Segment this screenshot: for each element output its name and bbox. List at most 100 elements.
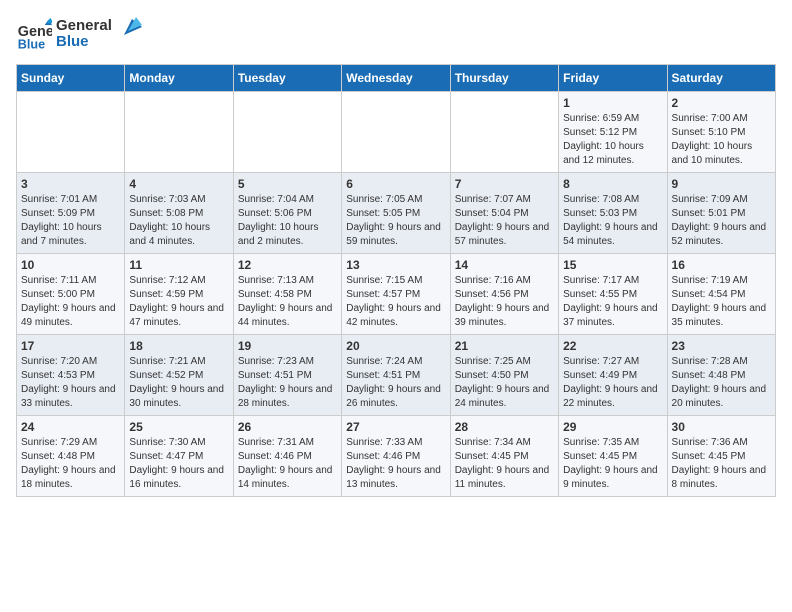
day-number: 7 (455, 177, 554, 191)
cell-content: Sunrise: 7:05 AM Sunset: 5:05 PM Dayligh… (346, 193, 445, 249)
cell-content: Sunrise: 7:30 AM Sunset: 4:47 PM Dayligh… (129, 436, 228, 492)
day-number: 17 (21, 339, 120, 353)
calendar-cell: 12 Sunrise: 7:13 AM Sunset: 4:58 PM Dayli… (233, 254, 341, 335)
header-day-thursday: Thursday (450, 65, 558, 92)
cell-content: Sunrise: 7:07 AM Sunset: 5:04 PM Dayligh… (455, 193, 554, 249)
header: General Blue General Blue (16, 16, 776, 52)
cell-content: Sunrise: 7:09 AM Sunset: 5:01 PM Dayligh… (672, 193, 771, 249)
calendar-header-row: SundayMondayTuesdayWednesdayThursdayFrid… (17, 65, 776, 92)
calendar-cell: 10 Sunrise: 7:11 AM Sunset: 5:00 PM Dayli… (17, 254, 125, 335)
calendar-cell: 13Sunrise: 7:15 AM Sunset: 4:57 PM Dayli… (342, 254, 450, 335)
cell-content: Sunrise: 7:27 AM Sunset: 4:49 PM Dayligh… (563, 355, 662, 411)
day-number: 2 (672, 96, 771, 110)
calendar-cell: 20Sunrise: 7:24 AM Sunset: 4:51 PM Dayli… (342, 335, 450, 416)
logo-arrow-icon (114, 15, 142, 43)
day-number: 27 (346, 420, 445, 434)
day-number: 14 (455, 258, 554, 272)
cell-content: Sunrise: 7:15 AM Sunset: 4:57 PM Dayligh… (346, 274, 445, 330)
cell-content: Sunrise: 7:31 AM Sunset: 4:46 PM Dayligh… (238, 436, 337, 492)
day-number: 16 (672, 258, 771, 272)
calendar-cell: 6 Sunrise: 7:05 AM Sunset: 5:05 PM Daylig… (342, 173, 450, 254)
calendar-cell: 26 Sunrise: 7:31 AM Sunset: 4:46 PM Dayli… (233, 416, 341, 497)
calendar-cell: 4 Sunrise: 7:03 AM Sunset: 5:08 PM Daylig… (125, 173, 233, 254)
calendar-cell: 29 Sunrise: 7:35 AM Sunset: 4:45 PM Dayli… (559, 416, 667, 497)
day-number: 10 (21, 258, 120, 272)
calendar-week-row: 24 Sunrise: 7:29 AM Sunset: 4:48 PM Dayli… (17, 416, 776, 497)
calendar-week-row: 3 Sunrise: 7:01 AM Sunset: 5:09 PM Daylig… (17, 173, 776, 254)
day-number: 18 (129, 339, 228, 353)
day-number: 29 (563, 420, 662, 434)
cell-content: Sunrise: 7:21 AM Sunset: 4:52 PM Dayligh… (129, 355, 228, 411)
calendar-week-row: 10 Sunrise: 7:11 AM Sunset: 5:00 PM Dayli… (17, 254, 776, 335)
calendar-cell: 9 Sunrise: 7:09 AM Sunset: 5:01 PM Daylig… (667, 173, 775, 254)
cell-content: Sunrise: 7:17 AM Sunset: 4:55 PM Dayligh… (563, 274, 662, 330)
logo-text-general: General (56, 18, 112, 35)
cell-content: Sunrise: 7:25 AM Sunset: 4:50 PM Dayligh… (455, 355, 554, 411)
calendar-cell: 21 Sunrise: 7:25 AM Sunset: 4:50 PM Dayli… (450, 335, 558, 416)
header-day-wednesday: Wednesday (342, 65, 450, 92)
calendar-cell (125, 92, 233, 173)
day-number: 24 (21, 420, 120, 434)
day-number: 21 (455, 339, 554, 353)
calendar-cell: 17 Sunrise: 7:20 AM Sunset: 4:53 PM Dayli… (17, 335, 125, 416)
calendar-cell: 8Sunrise: 7:08 AM Sunset: 5:03 PM Daylig… (559, 173, 667, 254)
day-number: 25 (129, 420, 228, 434)
calendar-cell: 23 Sunrise: 7:28 AM Sunset: 4:48 PM Dayli… (667, 335, 775, 416)
day-number: 5 (238, 177, 337, 191)
svg-text:Blue: Blue (18, 37, 45, 51)
cell-content: Sunrise: 7:34 AM Sunset: 4:45 PM Dayligh… (455, 436, 554, 492)
calendar-cell: 25 Sunrise: 7:30 AM Sunset: 4:47 PM Dayli… (125, 416, 233, 497)
cell-content: Sunrise: 7:20 AM Sunset: 4:53 PM Dayligh… (21, 355, 120, 411)
calendar-cell: 14 Sunrise: 7:16 AM Sunset: 4:56 PM Dayli… (450, 254, 558, 335)
calendar-cell: 22 Sunrise: 7:27 AM Sunset: 4:49 PM Dayli… (559, 335, 667, 416)
header-day-saturday: Saturday (667, 65, 775, 92)
cell-content: Sunrise: 7:29 AM Sunset: 4:48 PM Dayligh… (21, 436, 120, 492)
cell-content: Sunrise: 7:23 AM Sunset: 4:51 PM Dayligh… (238, 355, 337, 411)
calendar-cell: 7 Sunrise: 7:07 AM Sunset: 5:04 PM Daylig… (450, 173, 558, 254)
calendar-cell: 27 Sunrise: 7:33 AM Sunset: 4:46 PM Dayli… (342, 416, 450, 497)
calendar-cell: 1Sunrise: 6:59 AM Sunset: 5:12 PM Daylig… (559, 92, 667, 173)
cell-content: Sunrise: 6:59 AM Sunset: 5:12 PM Dayligh… (563, 112, 662, 168)
cell-content: Sunrise: 7:35 AM Sunset: 4:45 PM Dayligh… (563, 436, 662, 492)
day-number: 30 (672, 420, 771, 434)
calendar-cell: 24 Sunrise: 7:29 AM Sunset: 4:48 PM Dayli… (17, 416, 125, 497)
day-number: 28 (455, 420, 554, 434)
header-day-tuesday: Tuesday (233, 65, 341, 92)
cell-content: Sunrise: 7:04 AM Sunset: 5:06 PM Dayligh… (238, 193, 337, 249)
cell-content: Sunrise: 7:33 AM Sunset: 4:46 PM Dayligh… (346, 436, 445, 492)
cell-content: Sunrise: 7:19 AM Sunset: 4:54 PM Dayligh… (672, 274, 771, 330)
cell-content: Sunrise: 7:01 AM Sunset: 5:09 PM Dayligh… (21, 193, 120, 249)
day-number: 6 (346, 177, 445, 191)
calendar-cell: 15Sunrise: 7:17 AM Sunset: 4:55 PM Dayli… (559, 254, 667, 335)
cell-content: Sunrise: 7:12 AM Sunset: 4:59 PM Dayligh… (129, 274, 228, 330)
calendar-table: SundayMondayTuesdayWednesdayThursdayFrid… (16, 64, 776, 497)
calendar-cell: 30 Sunrise: 7:36 AM Sunset: 4:45 PM Dayli… (667, 416, 775, 497)
day-number: 3 (21, 177, 120, 191)
calendar-cell (17, 92, 125, 173)
cell-content: Sunrise: 7:11 AM Sunset: 5:00 PM Dayligh… (21, 274, 120, 330)
day-number: 19 (238, 339, 337, 353)
calendar-week-row: 1Sunrise: 6:59 AM Sunset: 5:12 PM Daylig… (17, 92, 776, 173)
day-number: 9 (672, 177, 771, 191)
logo-icon: General Blue (16, 16, 52, 52)
cell-content: Sunrise: 7:28 AM Sunset: 4:48 PM Dayligh… (672, 355, 771, 411)
calendar-week-row: 17 Sunrise: 7:20 AM Sunset: 4:53 PM Dayli… (17, 335, 776, 416)
calendar-cell (450, 92, 558, 173)
cell-content: Sunrise: 7:36 AM Sunset: 4:45 PM Dayligh… (672, 436, 771, 492)
calendar-cell: 11Sunrise: 7:12 AM Sunset: 4:59 PM Dayli… (125, 254, 233, 335)
day-number: 4 (129, 177, 228, 191)
header-day-sunday: Sunday (17, 65, 125, 92)
day-number: 12 (238, 258, 337, 272)
cell-content: Sunrise: 7:03 AM Sunset: 5:08 PM Dayligh… (129, 193, 228, 249)
calendar-cell: 18 Sunrise: 7:21 AM Sunset: 4:52 PM Dayli… (125, 335, 233, 416)
day-number: 23 (672, 339, 771, 353)
cell-content: Sunrise: 7:00 AM Sunset: 5:10 PM Dayligh… (672, 112, 771, 168)
day-number: 26 (238, 420, 337, 434)
calendar-cell: 2 Sunrise: 7:00 AM Sunset: 5:10 PM Daylig… (667, 92, 775, 173)
cell-content: Sunrise: 7:13 AM Sunset: 4:58 PM Dayligh… (238, 274, 337, 330)
day-number: 22 (563, 339, 662, 353)
calendar-cell: 5 Sunrise: 7:04 AM Sunset: 5:06 PM Daylig… (233, 173, 341, 254)
cell-content: Sunrise: 7:16 AM Sunset: 4:56 PM Dayligh… (455, 274, 554, 330)
calendar-cell: 19 Sunrise: 7:23 AM Sunset: 4:51 PM Dayli… (233, 335, 341, 416)
calendar-cell: 3 Sunrise: 7:01 AM Sunset: 5:09 PM Daylig… (17, 173, 125, 254)
